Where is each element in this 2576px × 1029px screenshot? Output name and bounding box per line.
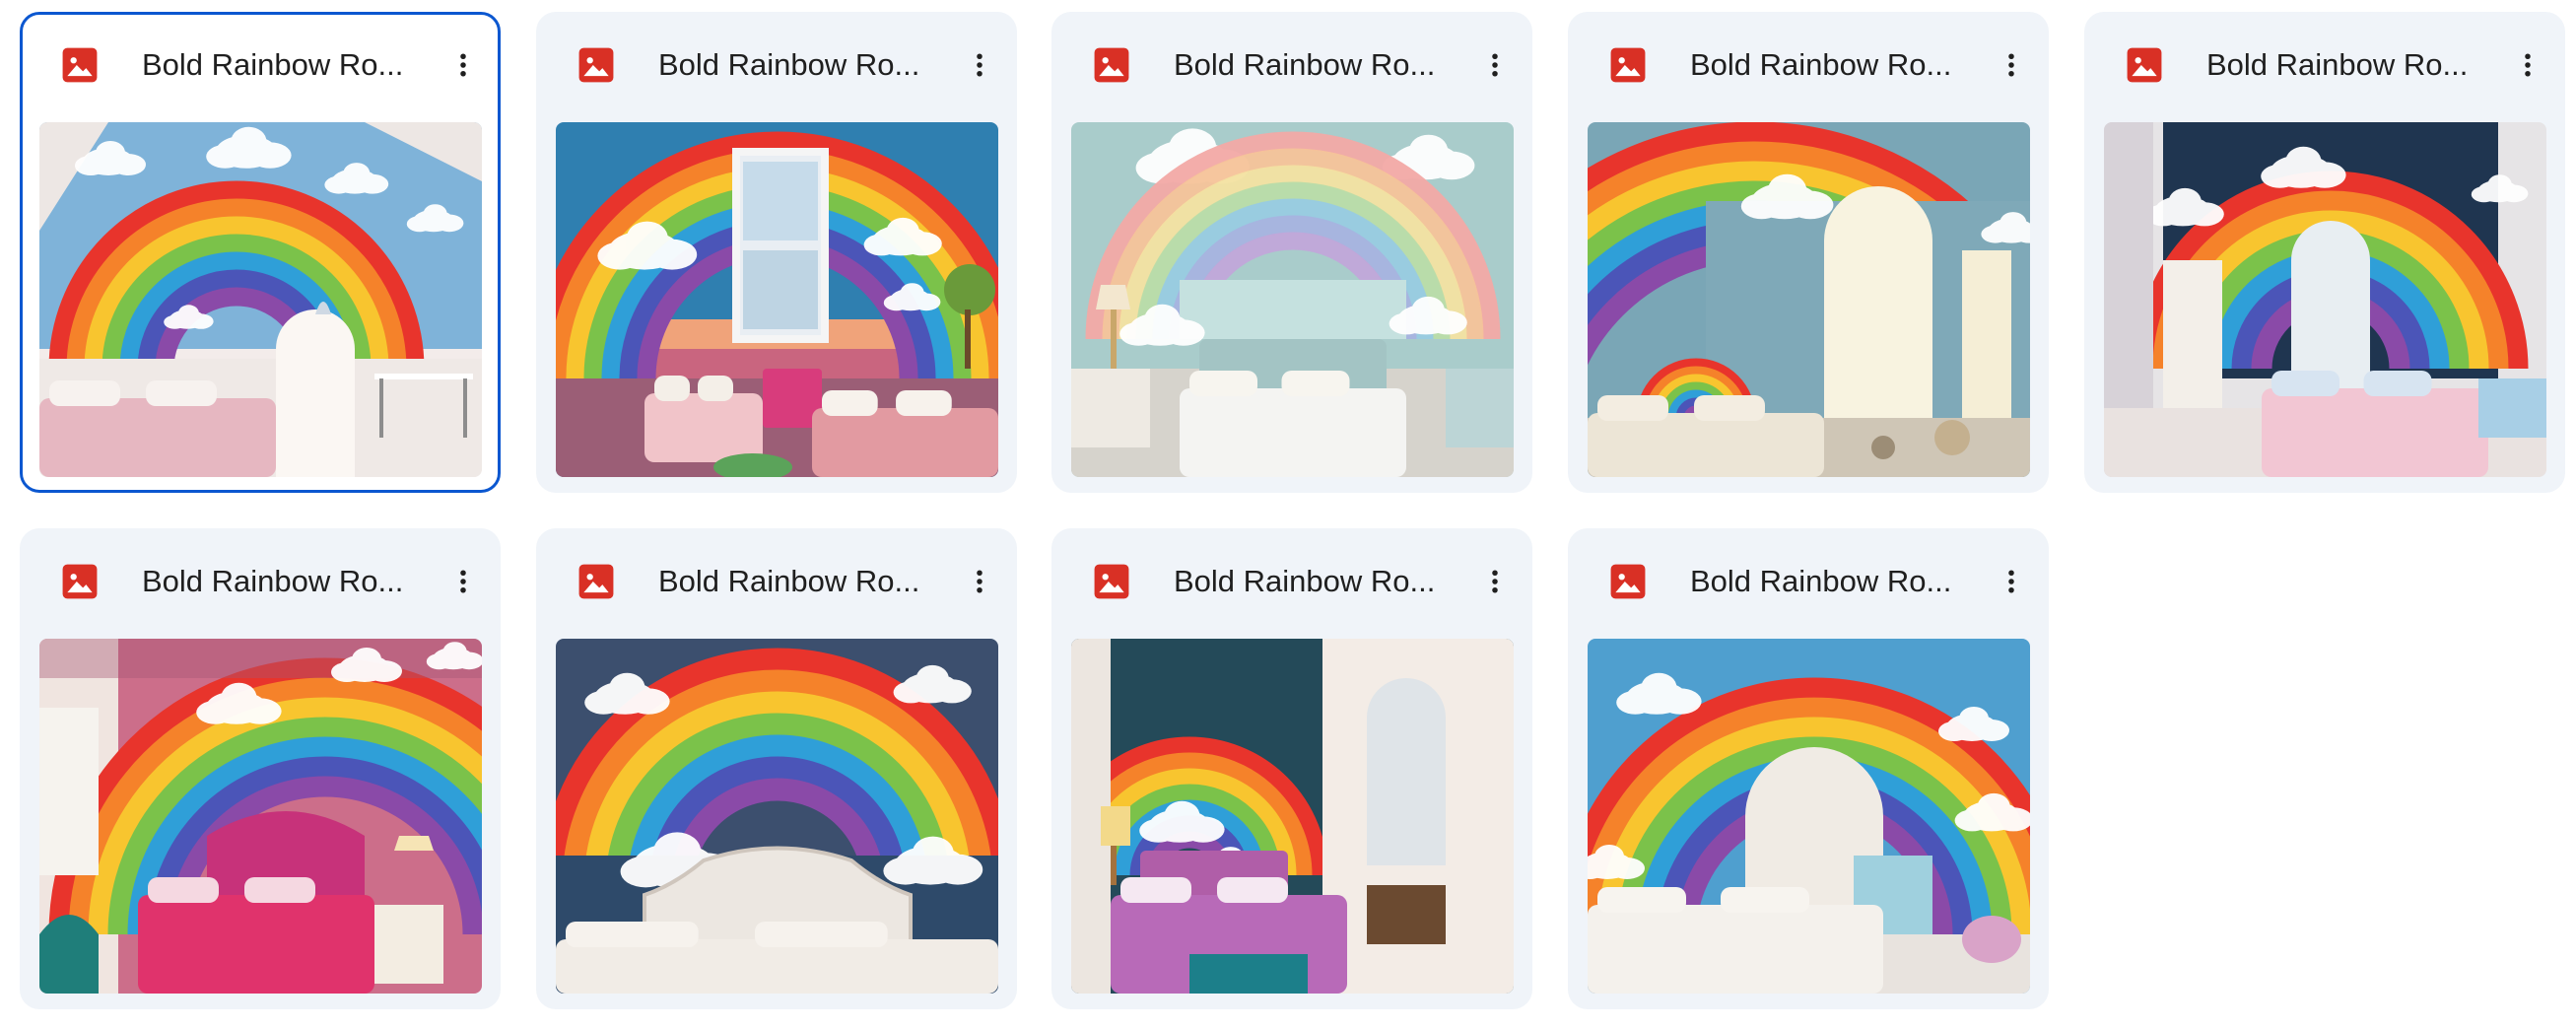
file-thumbnail[interactable] [1071,639,1514,994]
file-card-header: Bold Rainbow Ro... [1568,528,2049,635]
file-thumbnail[interactable] [556,639,998,994]
more-vert-icon [2525,53,2531,77]
file-card-header: Bold Rainbow Ro... [536,528,1017,635]
more-actions-button[interactable] [438,39,489,91]
rainbow-room-image [556,122,998,477]
more-actions-button[interactable] [1986,39,2037,91]
file-thumbnail[interactable] [39,122,482,477]
rainbow-room-image [1588,639,2030,994]
image-file-icon [61,46,99,84]
more-actions-button[interactable] [1469,556,1521,607]
file-card-header: Bold Rainbow Ro... [20,528,501,635]
more-actions-button[interactable] [954,39,1005,91]
file-name[interactable]: Bold Rainbow Ro... [1690,558,1986,605]
more-vert-icon [2008,53,2014,77]
image-file-icon [1093,563,1130,600]
file-thumbnail[interactable] [1071,122,1514,477]
more-actions-button[interactable] [1986,556,2037,607]
more-actions-button[interactable] [954,556,1005,607]
rainbow-room-image [39,639,482,994]
file-card[interactable]: Bold Rainbow Ro... [1051,528,1532,1009]
image-file-icon [61,563,99,600]
file-name[interactable]: Bold Rainbow Ro... [2206,41,2502,89]
file-card[interactable]: Bold Rainbow Ro... [536,528,1017,1009]
file-name[interactable]: Bold Rainbow Ro... [658,41,954,89]
more-actions-button[interactable] [2502,39,2553,91]
more-vert-icon [460,570,466,593]
image-file-icon [1609,46,1647,84]
file-card[interactable]: Bold Rainbow Ro... [1568,528,2049,1009]
image-file-icon [1093,46,1130,84]
file-card-header: Bold Rainbow Ro... [536,12,1017,118]
file-thumbnail[interactable] [39,639,482,994]
rainbow-room-image [1071,122,1514,477]
image-file-icon [577,46,615,84]
image-file-icon [2126,46,2163,84]
rainbow-room-image [1071,639,1514,994]
file-card-header: Bold Rainbow Ro... [23,15,498,121]
file-thumbnail[interactable] [1588,122,2030,477]
file-card[interactable]: Bold Rainbow Ro... [536,12,1017,493]
file-thumbnail[interactable] [1588,639,2030,994]
file-card-header: Bold Rainbow Ro... [1568,12,2049,118]
file-card[interactable]: Bold Rainbow Ro... [1051,12,1532,493]
more-actions-button[interactable] [438,556,489,607]
file-card[interactable]: Bold Rainbow Ro... [20,528,501,1009]
rainbow-room-image [2104,122,2546,477]
image-file-icon [1609,563,1647,600]
file-card[interactable]: Bold Rainbow Ro... [2084,12,2565,493]
file-card-header: Bold Rainbow Ro... [1051,12,1532,118]
rainbow-room-image [1588,122,2030,477]
file-name[interactable]: Bold Rainbow Ro... [658,558,954,605]
file-name[interactable]: Bold Rainbow Ro... [1690,41,1986,89]
more-actions-button[interactable] [1469,39,1521,91]
more-vert-icon [1492,570,1498,593]
file-name[interactable]: Bold Rainbow Ro... [1174,558,1469,605]
more-vert-icon [1492,53,1498,77]
more-vert-icon [977,53,983,77]
file-name[interactable]: Bold Rainbow Ro... [142,41,438,89]
file-card-header: Bold Rainbow Ro... [2084,12,2565,118]
file-thumbnail[interactable] [2104,122,2546,477]
file-grid: Bold Rainbow Ro... Bold Rainbow Ro... Bo… [0,0,2576,1029]
file-name[interactable]: Bold Rainbow Ro... [142,558,438,605]
image-file-icon [577,563,615,600]
more-vert-icon [977,570,983,593]
file-name[interactable]: Bold Rainbow Ro... [1174,41,1469,89]
rainbow-room-image [39,122,482,477]
file-card-header: Bold Rainbow Ro... [1051,528,1532,635]
file-thumbnail[interactable] [556,122,998,477]
file-card[interactable]: Bold Rainbow Ro... [20,12,501,493]
more-vert-icon [460,53,466,77]
file-card[interactable]: Bold Rainbow Ro... [1568,12,2049,493]
rainbow-room-image [556,639,998,994]
more-vert-icon [2008,570,2014,593]
